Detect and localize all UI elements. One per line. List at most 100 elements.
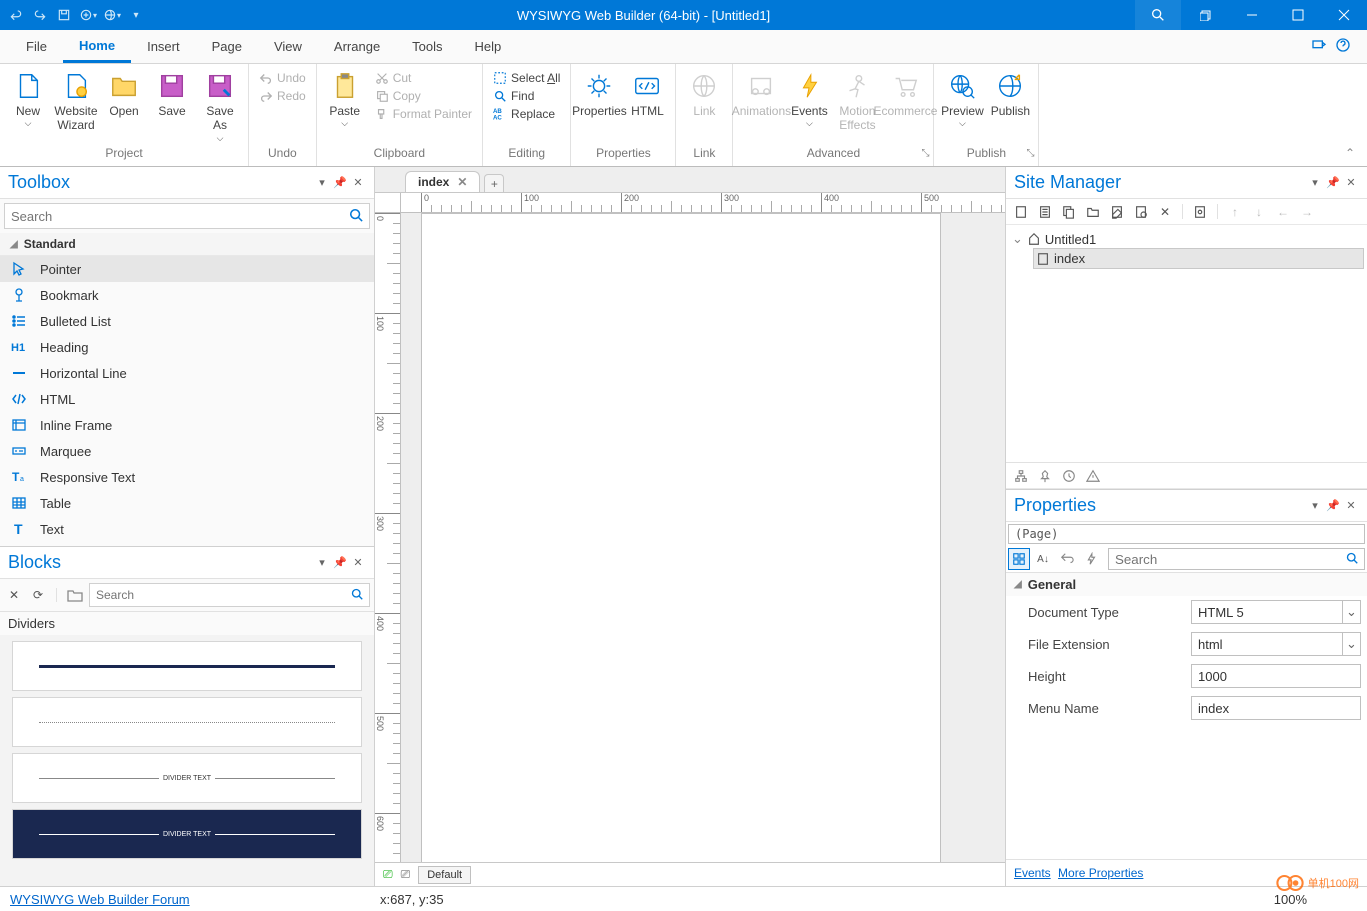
search-icon[interactable] bbox=[1346, 552, 1358, 567]
dialog-launcher-icon[interactable]: ⤡ bbox=[1026, 148, 1034, 159]
tool-responsive-text[interactable]: TaResponsive Text bbox=[0, 464, 374, 490]
warning-icon[interactable] bbox=[1082, 466, 1104, 486]
block-thumb-text[interactable]: DIVIDER TEXT bbox=[12, 753, 362, 803]
paste-button[interactable]: Paste⌵ bbox=[321, 68, 369, 131]
undo-icon[interactable] bbox=[4, 3, 28, 27]
toolbox-category[interactable]: ◢Standard bbox=[0, 233, 374, 256]
properties-button[interactable]: Properties bbox=[575, 68, 623, 120]
help-icon[interactable] bbox=[1335, 37, 1351, 56]
folder-icon[interactable] bbox=[65, 585, 85, 605]
delete-page-icon[interactable]: ✕ bbox=[1154, 202, 1176, 222]
menu-file[interactable]: File bbox=[10, 30, 63, 63]
minimize-icon[interactable] bbox=[1229, 0, 1275, 30]
tool-bulleted-list[interactable]: Bulleted List bbox=[0, 308, 374, 334]
tool-heading[interactable]: H1Heading bbox=[0, 334, 374, 360]
panel-options-icon[interactable]: ▾ bbox=[314, 175, 330, 191]
events-button[interactable]: Events⌵ bbox=[785, 68, 833, 131]
close-panel-icon[interactable]: ✕ bbox=[1343, 498, 1359, 514]
events-link[interactable]: Events bbox=[1014, 866, 1051, 880]
sitemap-icon[interactable] bbox=[1010, 466, 1032, 486]
tool-marquee[interactable]: Marquee bbox=[0, 438, 374, 464]
alphabetical-icon[interactable]: A↓ bbox=[1032, 548, 1054, 570]
menu-insert[interactable]: Insert bbox=[131, 30, 196, 63]
tool-horizontal-line[interactable]: Horizontal Line bbox=[0, 360, 374, 386]
menu-help[interactable]: Help bbox=[459, 30, 518, 63]
tree-root[interactable]: ⌄Untitled1 bbox=[1010, 229, 1363, 249]
open-button[interactable]: Open bbox=[100, 68, 148, 120]
move-left-icon[interactable]: ← bbox=[1272, 202, 1294, 222]
publish-button[interactable]: Publish bbox=[986, 68, 1034, 120]
search-icon[interactable] bbox=[349, 208, 363, 225]
schedule-icon[interactable] bbox=[1058, 466, 1080, 486]
panel-options-icon[interactable]: ▾ bbox=[314, 555, 330, 571]
blocks-search[interactable] bbox=[89, 583, 370, 607]
properties-search-input[interactable] bbox=[1115, 552, 1346, 567]
site-tree[interactable]: ⌄Untitled1 index bbox=[1006, 225, 1367, 463]
properties-object-selector[interactable]: (Page) bbox=[1008, 524, 1365, 544]
props-events-icon[interactable] bbox=[1080, 548, 1102, 570]
block-thumb-solid[interactable] bbox=[12, 641, 362, 691]
canvas[interactable] bbox=[421, 213, 941, 862]
prop-value[interactable]: 1000 bbox=[1191, 664, 1361, 688]
close-panel-icon[interactable]: ✕ bbox=[350, 555, 366, 571]
pin-page-icon[interactable] bbox=[1034, 466, 1056, 486]
panel-options-icon[interactable]: ▾ bbox=[1307, 175, 1323, 191]
maximize-icon[interactable] bbox=[1275, 0, 1321, 30]
categorized-icon[interactable] bbox=[1008, 548, 1030, 570]
properties-search[interactable] bbox=[1108, 548, 1365, 570]
prop-value[interactable]: HTML 5⌄ bbox=[1191, 600, 1361, 624]
link-button[interactable]: Link bbox=[680, 68, 728, 120]
pin-icon[interactable]: 📌 bbox=[1325, 175, 1341, 191]
animations-button[interactable]: Animations bbox=[737, 68, 785, 120]
preview-button[interactable]: Preview⌵ bbox=[938, 68, 986, 131]
tab-index[interactable]: index✕ bbox=[405, 171, 480, 192]
tool-html[interactable]: HTML bbox=[0, 386, 374, 412]
more-properties-link[interactable]: More Properties bbox=[1058, 866, 1143, 880]
prop-value[interactable]: html⌄ bbox=[1191, 632, 1361, 656]
menu-tools[interactable]: Tools bbox=[396, 30, 458, 63]
clear-icon[interactable]: ✕ bbox=[4, 585, 24, 605]
toolbox-search[interactable] bbox=[4, 203, 370, 229]
props-category[interactable]: ◢General bbox=[1006, 573, 1367, 596]
new-page-icon[interactable] bbox=[1010, 202, 1032, 222]
prop-value[interactable]: index bbox=[1191, 696, 1361, 720]
new-button[interactable]: New⌵ bbox=[4, 68, 52, 131]
restore-icon[interactable] bbox=[1183, 0, 1229, 30]
ecommerce-button[interactable]: Ecommerce bbox=[881, 68, 929, 120]
close-panel-icon[interactable]: ✕ bbox=[350, 175, 366, 191]
collapse-ribbon-icon[interactable]: ⌃ bbox=[1345, 146, 1355, 160]
page-settings-icon[interactable] bbox=[1189, 202, 1211, 222]
tool-text[interactable]: TText bbox=[0, 516, 374, 542]
toolbox-search-input[interactable] bbox=[11, 209, 349, 224]
pin-icon[interactable]: 📌 bbox=[332, 175, 348, 191]
new-folder-icon[interactable] bbox=[1082, 202, 1104, 222]
replace-button[interactable]: ABACReplace bbox=[489, 106, 564, 122]
refresh-icon[interactable]: ⟳ bbox=[28, 585, 48, 605]
search-window-icon[interactable] bbox=[1135, 0, 1181, 30]
menu-home[interactable]: Home bbox=[63, 30, 131, 63]
close-icon[interactable] bbox=[1321, 0, 1367, 30]
props-settings-icon[interactable] bbox=[1056, 548, 1078, 570]
bp-icon-1[interactable]: ⎚ bbox=[383, 867, 393, 882]
blocks-search-input[interactable] bbox=[96, 588, 351, 602]
tool-pointer[interactable]: Pointer bbox=[0, 256, 374, 282]
block-thumb-dark[interactable]: DIVIDER TEXT bbox=[12, 809, 362, 859]
tree-child[interactable]: index bbox=[1034, 249, 1363, 268]
canvas-viewport[interactable] bbox=[401, 213, 1005, 862]
dropdown-icon[interactable]: ⌄ bbox=[1342, 633, 1360, 655]
qat-customize-icon[interactable]: ▾ bbox=[124, 3, 148, 27]
forum-link[interactable]: WYSIWYG Web Builder Forum bbox=[10, 892, 190, 907]
tool-table[interactable]: Table bbox=[0, 490, 374, 516]
close-panel-icon[interactable]: ✕ bbox=[1343, 175, 1359, 191]
bp-icon-2[interactable]: ⎚ bbox=[401, 867, 411, 882]
motion-effects-button[interactable]: Motion Effects bbox=[833, 68, 881, 135]
clone-page-icon[interactable] bbox=[1058, 202, 1080, 222]
move-down-icon[interactable]: ↓ bbox=[1248, 202, 1270, 222]
find-button[interactable]: Find bbox=[489, 88, 564, 104]
website-wizard-button[interactable]: Website Wizard bbox=[52, 68, 100, 135]
block-thumb-dotted[interactable] bbox=[12, 697, 362, 747]
pin-icon[interactable]: 📌 bbox=[1325, 498, 1341, 514]
select-all-button[interactable]: Select All bbox=[489, 70, 564, 86]
preview-qat-icon[interactable]: ▾ bbox=[76, 3, 100, 27]
close-tab-icon[interactable]: ✕ bbox=[457, 175, 467, 189]
